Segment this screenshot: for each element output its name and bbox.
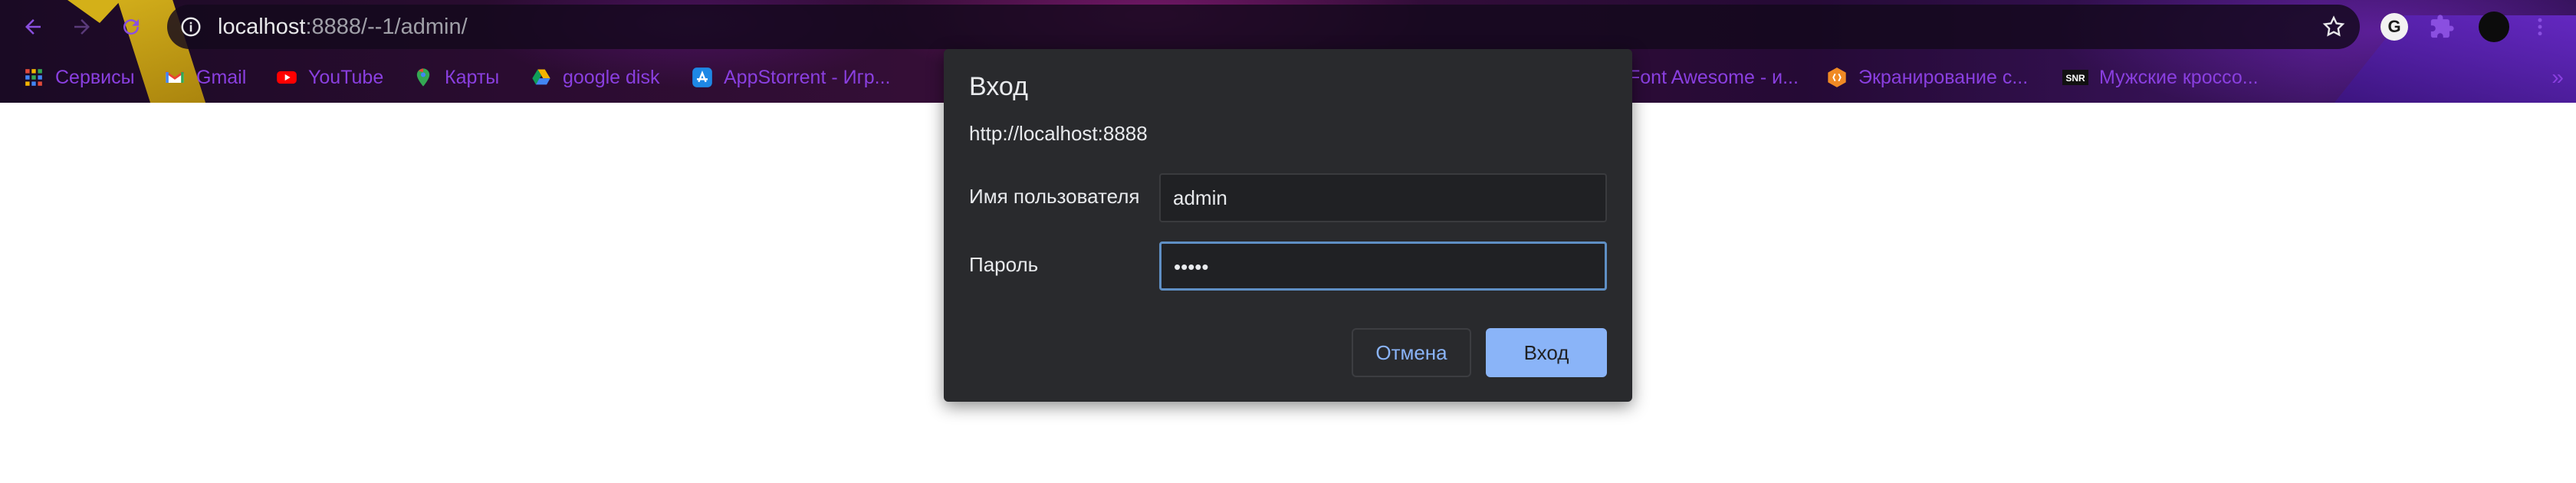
forward-arrow-icon — [74, 19, 90, 34]
bookmark-label: Мужские кроссо... — [2099, 66, 2259, 88]
bookmark-screening[interactable]: Экранирование с... — [1826, 60, 2028, 95]
bookmarks-overflow-button[interactable]: » — [2551, 60, 2564, 95]
bookmark-sneakers[interactable]: SNR Мужские кроссо... — [2062, 60, 2259, 95]
password-label: Пароль — [969, 253, 1039, 276]
address-bar[interactable]: localhost:8888/--1/admin/ — [167, 5, 2360, 49]
bookmark-label: AppStorrent - Игр... — [724, 66, 891, 88]
bookmark-youtube[interactable]: YouTube — [276, 60, 383, 95]
more-vert-icon — [2538, 18, 2542, 36]
profile-button[interactable] — [2476, 9, 2512, 44]
url-path: :8888/--1/admin/ — [305, 15, 468, 39]
back-arrow-icon — [25, 19, 41, 34]
bookmark-label: YouTube — [308, 66, 384, 88]
dialog-origin: http://localhost:8888 — [969, 122, 1148, 145]
bookmark-services[interactable]: Сервисы — [23, 60, 135, 95]
bookmark-appstorrent[interactable]: AppStorrent - Игр... — [692, 60, 890, 95]
bookmark-star-icon[interactable] — [2321, 15, 2346, 39]
svg-text:SNR: SNR — [2065, 73, 2085, 84]
maps-pin-icon — [412, 67, 434, 88]
password-field[interactable]: ••••• — [1159, 242, 1607, 291]
grammarly-icon: G — [2380, 13, 2408, 41]
extension-g-button[interactable]: G — [2377, 9, 2412, 44]
avatar — [2479, 12, 2509, 42]
bookmark-google-disk[interactable]: google disk — [531, 60, 659, 95]
username-field[interactable]: admin — [1159, 173, 1607, 222]
bookmark-label: Gmail — [196, 66, 247, 88]
bookmark-font-awesome[interactable]: Font Awesome - и... — [1628, 60, 1799, 95]
reload-icon — [123, 19, 140, 35]
youtube-icon — [276, 67, 297, 88]
cancel-button[interactable]: Отмена — [1352, 328, 1471, 377]
bookmark-label: Font Awesome - и... — [1628, 66, 1799, 88]
username-label: Имя пользователя — [969, 185, 1140, 208]
bookmark-gmail[interactable]: Gmail — [164, 60, 246, 95]
sign-in-button[interactable]: Вход — [1486, 328, 1607, 377]
dialog-title: Вход — [969, 72, 1028, 101]
hexagon-icon — [1826, 67, 1848, 88]
back-button[interactable] — [15, 9, 51, 44]
reload-button[interactable] — [113, 9, 149, 44]
url-host: localhost — [218, 15, 306, 39]
apps-grid-icon — [23, 67, 44, 88]
bookmark-label: google disk — [563, 66, 660, 88]
google-drive-icon — [531, 67, 552, 88]
login-dialog: Вход http://localhost:8888 Имя пользоват… — [944, 49, 1632, 402]
extensions-button[interactable] — [2424, 9, 2459, 44]
site-info-icon[interactable] — [179, 15, 202, 38]
gmail-icon — [164, 67, 186, 88]
appstore-icon — [692, 67, 713, 88]
bookmark-label: Экранирование с... — [1858, 66, 2029, 88]
forward-button[interactable] — [64, 9, 100, 44]
bookmark-label: Сервисы — [55, 66, 135, 88]
puzzle-icon — [2430, 15, 2454, 38]
bookmark-label: Карты — [445, 66, 500, 88]
menu-button[interactable] — [2522, 9, 2558, 44]
url-text[interactable]: localhost:8888/--1/admin/ — [218, 5, 468, 49]
snr-icon: SNR — [2062, 67, 2088, 88]
bookmark-maps[interactable]: Карты — [412, 60, 499, 95]
